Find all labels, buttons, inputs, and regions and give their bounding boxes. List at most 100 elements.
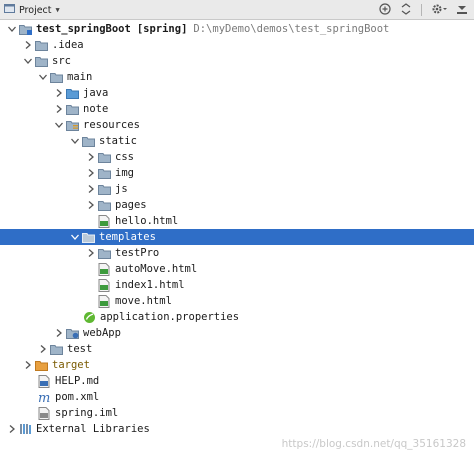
tree-row-idea[interactable]: .idea — [0, 37, 474, 53]
hide-icon[interactable] — [456, 3, 468, 18]
iml-file-icon — [37, 405, 51, 421]
tree-row-move-html[interactable]: move.html — [0, 293, 474, 309]
tree-row-img[interactable]: img — [0, 165, 474, 181]
folder-icon — [34, 53, 48, 69]
idea-label: .idea — [52, 39, 84, 51]
hello-html-label: hello.html — [115, 215, 179, 227]
tree-row-webapp[interactable]: webApp — [0, 325, 474, 341]
tree-row-root[interactable]: test_springBoot [spring] D:\myDemo\demos… — [0, 21, 474, 37]
toolbar-divider — [421, 4, 422, 16]
expanded-arrow-icon[interactable] — [6, 21, 18, 37]
maven-icon: m — [37, 389, 51, 405]
tree-row-automove-html[interactable]: autoMove.html — [0, 261, 474, 277]
tree-row-pages[interactable]: pages — [0, 197, 474, 213]
test-label: test — [67, 343, 93, 355]
source-folder-icon — [65, 85, 79, 101]
tree-row-js[interactable]: js — [0, 181, 474, 197]
tree-row-testpro[interactable]: testPro — [0, 245, 474, 261]
expanded-arrow-icon[interactable] — [37, 69, 49, 85]
collapsed-arrow-icon[interactable] — [22, 357, 34, 373]
tree-row-index1-html[interactable]: index1.html — [0, 277, 474, 293]
tree-row-application-properties[interactable]: application.properties — [0, 309, 474, 325]
html-file-icon — [97, 293, 111, 309]
sync-icon[interactable] — [379, 2, 391, 18]
svg-text:m: m — [38, 391, 50, 404]
folder-icon — [97, 245, 111, 261]
collapsed-arrow-icon[interactable] — [22, 37, 34, 53]
root-label: test_springBoot — [36, 23, 131, 35]
project-view-selector[interactable]: Project ▼ — [4, 0, 60, 20]
tree-row-main[interactable]: main — [0, 69, 474, 85]
testpro-label: testPro — [115, 247, 160, 259]
tree-row-hello-html[interactable]: hello.html — [0, 213, 474, 229]
src-label: src — [52, 55, 71, 67]
tree-row-src[interactable]: src — [0, 53, 474, 69]
watermark: https://blog.csdn.net/qq_35161328 — [281, 438, 466, 450]
resources-label: resources — [83, 119, 140, 131]
css-label: css — [115, 151, 134, 163]
collapsed-arrow-icon[interactable] — [53, 101, 65, 117]
help-md-label: HELP.md — [55, 375, 100, 387]
markdown-file-icon — [37, 373, 51, 389]
web-folder-icon — [65, 325, 79, 341]
collapsed-arrow-icon[interactable] — [85, 149, 97, 165]
index1-html-label: index1.html — [115, 279, 185, 291]
tree-row-resources[interactable]: resources — [0, 117, 474, 133]
folder-icon — [97, 197, 111, 213]
collapsed-arrow-icon[interactable] — [85, 197, 97, 213]
collapsed-arrow-icon[interactable] — [85, 181, 97, 197]
webapp-label: webApp — [83, 327, 121, 339]
static-label: static — [99, 135, 137, 147]
module-folder-icon — [18, 21, 32, 37]
folder-icon — [49, 341, 63, 357]
expanded-arrow-icon[interactable] — [22, 53, 34, 69]
folder-icon — [49, 69, 63, 85]
collapse-icon[interactable] — [400, 2, 412, 18]
tree-row-templates[interactable]: templates — [0, 229, 474, 245]
expanded-arrow-icon[interactable] — [69, 133, 81, 149]
tree-row-help-md[interactable]: HELP.md — [0, 373, 474, 389]
tree-row-external-libraries[interactable]: External Libraries — [0, 421, 474, 437]
folder-icon — [81, 229, 95, 245]
caret-down-icon[interactable]: ▼ — [56, 6, 60, 14]
folder-icon — [81, 133, 95, 149]
js-label: js — [115, 183, 128, 195]
html-file-icon — [97, 261, 111, 277]
expanded-arrow-icon[interactable] — [69, 229, 81, 245]
java-label: java — [83, 87, 109, 99]
library-icon — [18, 421, 32, 437]
folder-icon — [97, 165, 111, 181]
expanded-arrow-icon[interactable] — [53, 117, 65, 133]
settings-icon[interactable] — [431, 3, 447, 18]
move-html-label: move.html — [115, 295, 172, 307]
pages-label: pages — [115, 199, 147, 211]
automove-html-label: autoMove.html — [115, 263, 198, 275]
collapsed-arrow-icon[interactable] — [37, 341, 49, 357]
tree-row-css[interactable]: css — [0, 149, 474, 165]
project-view-title: Project — [19, 4, 52, 16]
root-module-label: [spring] — [136, 23, 188, 35]
collapsed-arrow-icon[interactable] — [53, 85, 65, 101]
excluded-folder-icon — [34, 357, 48, 373]
note-label: note — [83, 103, 109, 115]
folder-icon — [34, 37, 48, 53]
folder-icon — [65, 101, 79, 117]
tree-row-test[interactable]: test — [0, 341, 474, 357]
tree-row-java[interactable]: java — [0, 85, 474, 101]
tree-row-static[interactable]: static — [0, 133, 474, 149]
img-label: img — [115, 167, 134, 179]
html-file-icon — [97, 277, 111, 293]
collapsed-arrow-icon[interactable] — [53, 325, 65, 341]
folder-icon — [97, 181, 111, 197]
collapsed-arrow-icon[interactable] — [85, 245, 97, 261]
tree-row-pom-xml[interactable]: m pom.xml — [0, 389, 474, 405]
collapsed-arrow-icon[interactable] — [85, 165, 97, 181]
tree-row-target[interactable]: target — [0, 357, 474, 373]
root-path: D:\myDemo\demos\test_springBoot — [193, 23, 390, 35]
resources-folder-icon — [65, 117, 79, 133]
spring-iml-label: spring.iml — [55, 407, 119, 419]
spring-properties-icon — [82, 309, 96, 325]
tree-row-note[interactable]: note — [0, 101, 474, 117]
tree-row-spring-iml[interactable]: spring.iml — [0, 405, 474, 421]
collapsed-arrow-icon[interactable] — [6, 421, 18, 437]
